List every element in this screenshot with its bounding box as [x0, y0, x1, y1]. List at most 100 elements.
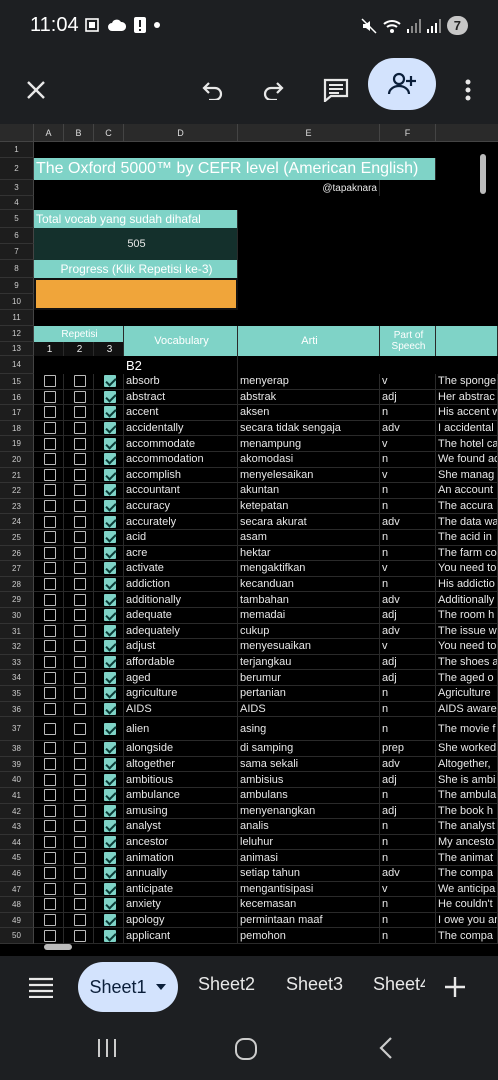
repetition-checkbox[interactable]: [73, 422, 86, 435]
repetition-checkbox[interactable]: [73, 406, 86, 419]
vocab-meaning[interactable]: tambahan: [238, 592, 380, 607]
horizontal-scrollbar[interactable]: [44, 944, 72, 950]
column-header-c[interactable]: C: [94, 124, 124, 142]
vocab-meaning[interactable]: asam: [238, 530, 380, 545]
total-vocab-value[interactable]: 505: [34, 228, 238, 260]
repetition-checkbox[interactable]: [43, 742, 56, 755]
vocab-word[interactable]: addiction: [124, 576, 238, 592]
example-sentence[interactable]: The aged o: [436, 670, 498, 685]
row-number[interactable]: 38: [0, 741, 34, 757]
vocab-meaning[interactable]: terjangkau: [238, 654, 380, 670]
example-sentence[interactable]: His accent w: [436, 405, 498, 420]
row-number[interactable]: 48: [0, 897, 34, 913]
rep-2-header[interactable]: 2: [64, 342, 94, 356]
repetition-checkbox[interactable]: [103, 546, 116, 559]
part-of-speech[interactable]: v: [380, 639, 436, 654]
vocab-meaning[interactable]: hektar: [238, 545, 380, 561]
vocab-word[interactable]: absorb: [124, 374, 238, 389]
vocab-word[interactable]: anxiety: [124, 897, 238, 912]
repetition-checkbox[interactable]: [43, 515, 56, 528]
repetition-checkbox[interactable]: [73, 578, 86, 591]
part-of-speech[interactable]: adv: [380, 756, 436, 772]
repetition-checkbox[interactable]: [103, 437, 116, 450]
row-number[interactable]: 43: [0, 819, 34, 835]
repetition-checkbox[interactable]: [43, 867, 56, 880]
row-number[interactable]: 44: [0, 834, 34, 851]
repetition-checkbox[interactable]: [103, 687, 116, 700]
example-sentence[interactable]: The animat: [436, 850, 498, 865]
example-sentence[interactable]: The compa: [436, 866, 498, 881]
example-sentence[interactable]: I accidental: [436, 420, 498, 436]
vocab-word[interactable]: altogether: [124, 756, 238, 772]
column-header-d[interactable]: D: [124, 124, 238, 142]
vocab-meaning[interactable]: aksen: [238, 405, 380, 420]
repetition-checkbox[interactable]: [73, 742, 86, 755]
row-number[interactable]: 16: [0, 389, 34, 406]
part-of-speech[interactable]: adj: [380, 654, 436, 670]
row-number[interactable]: 1: [0, 142, 34, 158]
repetition-checkbox[interactable]: [43, 422, 56, 435]
repetition-checkbox[interactable]: [43, 578, 56, 591]
vocab-word[interactable]: affordable: [124, 654, 238, 670]
repetition-checkbox[interactable]: [73, 515, 86, 528]
vocab-word[interactable]: aged: [124, 670, 238, 685]
repetition-checkbox[interactable]: [103, 702, 116, 715]
repetition-checkbox[interactable]: [103, 804, 116, 817]
example-sentence[interactable]: The shoes a: [436, 654, 498, 670]
vocab-word[interactable]: alongside: [124, 741, 238, 756]
repetition-checkbox[interactable]: [103, 914, 116, 927]
repetition-checkbox[interactable]: [73, 882, 86, 895]
vocab-word[interactable]: AIDS: [124, 701, 238, 717]
vocab-word[interactable]: accommodation: [124, 452, 238, 467]
repetition-checkbox[interactable]: [103, 578, 116, 591]
tab-sheet3[interactable]: Sheet3: [286, 974, 343, 995]
vertical-scrollbar[interactable]: [480, 154, 486, 194]
part-of-speech[interactable]: n: [380, 912, 436, 928]
repetition-checkbox[interactable]: [73, 758, 86, 771]
repetition-checkbox[interactable]: [103, 375, 116, 388]
part-of-speech[interactable]: v: [380, 467, 436, 483]
vocab-word[interactable]: apology: [124, 912, 238, 928]
total-vocab-label[interactable]: Total vocab yang sudah dihafal: [34, 210, 238, 228]
add-sheet-button[interactable]: [444, 976, 466, 1003]
repetition-checkbox[interactable]: [103, 758, 116, 771]
example-sentence[interactable]: Additionally: [436, 592, 498, 607]
progress-label[interactable]: Progress (Klik Repetisi ke-3): [34, 260, 238, 278]
vocab-meaning[interactable]: menyelesaikan: [238, 467, 380, 483]
example-sentence[interactable]: She is ambi: [436, 772, 498, 787]
repetition-checkbox[interactable]: [73, 375, 86, 388]
part-of-speech[interactable]: n: [380, 405, 436, 420]
arti-header[interactable]: Arti: [238, 326, 380, 356]
part-of-speech[interactable]: adj: [380, 772, 436, 787]
repetition-checkbox[interactable]: [43, 437, 56, 450]
row-number[interactable]: 36: [0, 701, 34, 718]
repetition-checkbox[interactable]: [103, 484, 116, 497]
row-number[interactable]: 10: [0, 294, 34, 310]
vocab-meaning[interactable]: ambisius: [238, 772, 380, 787]
vocab-word[interactable]: accommodate: [124, 436, 238, 451]
row-number[interactable]: 41: [0, 788, 34, 804]
part-of-speech[interactable]: n: [380, 576, 436, 592]
row-number[interactable]: 46: [0, 866, 34, 882]
example-sentence[interactable]: The book h: [436, 803, 498, 819]
repetition-checkbox[interactable]: [73, 640, 86, 653]
repetition-checkbox[interactable]: [43, 453, 56, 466]
example-sentence[interactable]: I owe you an: [436, 912, 498, 928]
repetition-checkbox[interactable]: [103, 609, 116, 622]
repetition-checkbox[interactable]: [43, 804, 56, 817]
rep-1-header[interactable]: 1: [34, 342, 64, 356]
vocab-word[interactable]: ancestor: [124, 834, 238, 850]
repetition-checkbox[interactable]: [43, 375, 56, 388]
part-of-speech[interactable]: prep: [380, 741, 436, 756]
part-of-speech[interactable]: adj: [380, 389, 436, 405]
repetition-checkbox[interactable]: [103, 515, 116, 528]
repetition-checkbox[interactable]: [73, 562, 86, 575]
repetition-checkbox[interactable]: [43, 640, 56, 653]
repetition-checkbox[interactable]: [103, 531, 116, 544]
example-sentence[interactable]: The accura: [436, 498, 498, 514]
all-sheets-button[interactable]: [28, 976, 54, 1003]
vocab-meaning[interactable]: pertanian: [238, 686, 380, 701]
vocab-meaning[interactable]: permintaan maaf: [238, 912, 380, 928]
row-number[interactable]: 11: [0, 310, 34, 326]
row-number[interactable]: 20: [0, 452, 34, 468]
